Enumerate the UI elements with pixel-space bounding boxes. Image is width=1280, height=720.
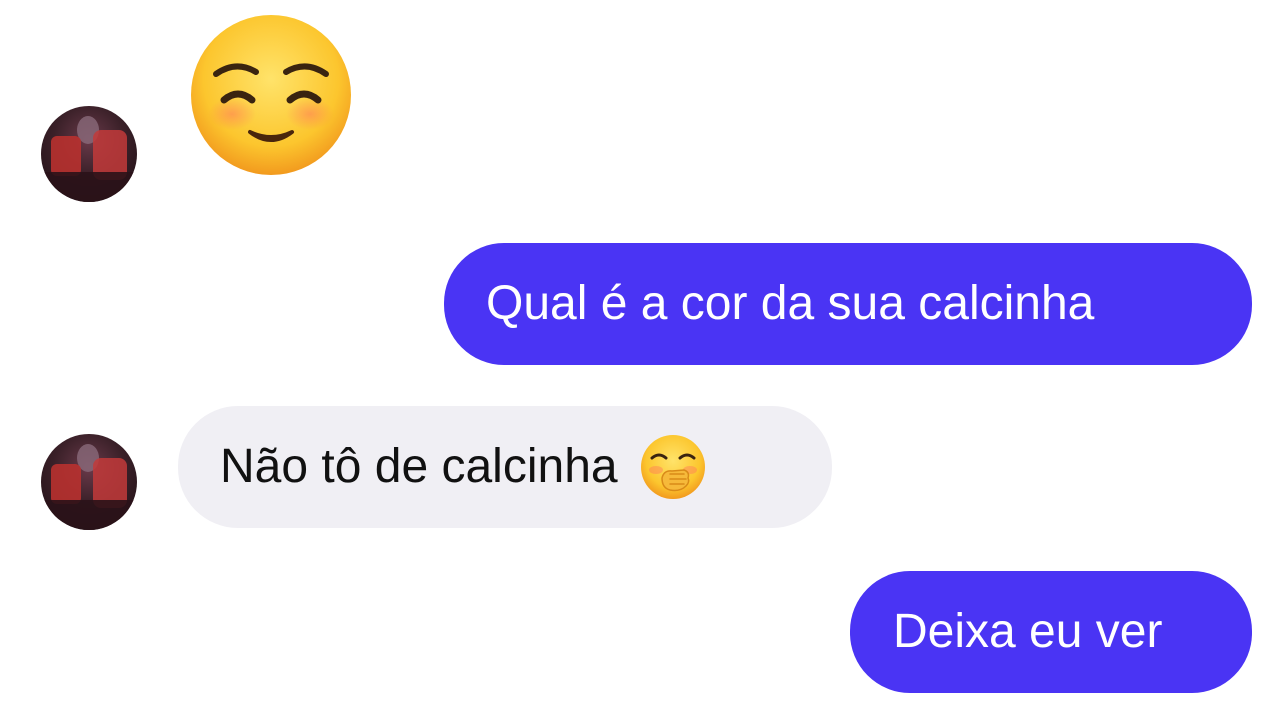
contact-avatar[interactable] bbox=[41, 106, 137, 202]
chat-thread: Qual é a cor da sua calcinha Não tô de c… bbox=[0, 0, 1280, 720]
message-text: Deixa eu ver bbox=[893, 605, 1163, 658]
outgoing-message[interactable]: Qual é a cor da sua calcinha bbox=[444, 243, 1252, 365]
outgoing-message[interactable]: Deixa eu ver bbox=[850, 571, 1252, 693]
contact-avatar[interactable] bbox=[41, 434, 137, 530]
message-text: Não tô de calcinha bbox=[220, 440, 618, 493]
incoming-message[interactable]: Não tô de calcinha bbox=[178, 406, 832, 528]
face-with-hand-over-mouth-icon bbox=[640, 434, 706, 500]
message-text: Qual é a cor da sua calcinha bbox=[486, 277, 1095, 330]
smiling-face-with-smiling-eyes-icon[interactable] bbox=[190, 14, 352, 176]
